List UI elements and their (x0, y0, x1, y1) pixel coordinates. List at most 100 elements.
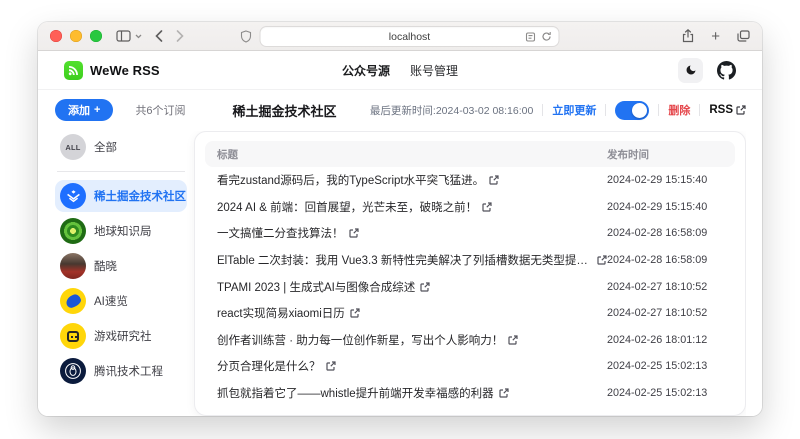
sidebar-item-tencent[interactable]: 腾讯技术工程 (55, 355, 187, 387)
chevron-down-icon[interactable] (135, 34, 142, 39)
sidebar-toggle-icon[interactable] (116, 30, 131, 42)
divider (699, 104, 700, 116)
app-header: WeWe RSS 公众号源 账号管理 (38, 51, 762, 90)
article-title: 2024 AI & 前端：回首展望，光芒未至，破晓之前！ (217, 199, 477, 215)
sidebar-divider (57, 171, 185, 172)
external-link-icon[interactable] (326, 361, 336, 371)
sidebar-item-ai[interactable]: AI速览 (55, 285, 187, 317)
article-title: 抓包就指着它了——whistle提升前端开发幸福感的利器 (217, 385, 494, 401)
sidebar-item-label: 游戏研究社 (94, 328, 152, 344)
table-row[interactable]: 2024 AI & 前端：回首展望，光芒未至，破晓之前！ 2024-02-29 … (205, 194, 735, 221)
close-window-button[interactable] (50, 30, 62, 42)
github-link[interactable] (717, 61, 736, 80)
table-header: 标题 发布时间 (205, 141, 735, 167)
nav-link-sources[interactable]: 公众号源 (342, 62, 390, 79)
table-row[interactable]: ElTable 二次封装：我用 Vue3.3 新特性完美解决了列插槽数据无类型提… (205, 247, 735, 274)
main-nav: 公众号源 账号管理 (342, 62, 458, 79)
article-date: 2024-02-29 15:15:40 (607, 174, 735, 186)
sidebar-item-label: 腾讯技术工程 (94, 363, 163, 379)
sidebar-item-game[interactable]: 游戏研究社 (55, 320, 187, 352)
article-date: 2024-02-25 15:02:13 (607, 360, 735, 372)
external-link-icon (736, 105, 746, 115)
external-link-icon[interactable] (350, 308, 360, 318)
back-button[interactable] (155, 30, 163, 42)
wewe-rss-app: WeWe RSS 公众号源 账号管理 (38, 51, 762, 416)
theme-toggle-button[interactable] (678, 58, 703, 83)
column-header-date: 发布时间 (607, 147, 735, 162)
article-table-card: 标题 发布时间 看完zustand源码后，我的TypeScript水平突飞猛进。… (194, 131, 746, 416)
table-row[interactable]: 抓包就指着它了——whistle提升前端开发幸福感的利器 2024-02-25 … (205, 380, 735, 407)
table-row[interactable]: 分页合理化是什么？ 2024-02-25 15:02:13 (205, 353, 735, 380)
external-link-icon[interactable] (482, 202, 492, 212)
github-icon (717, 61, 736, 80)
article-date: 2024-02-25 15:02:13 (607, 387, 735, 399)
window-controls (50, 30, 102, 42)
article-title: 看完zustand源码后，我的TypeScript水平突飞猛进。 (217, 172, 484, 188)
subscription-count: 共6个订阅 (135, 102, 232, 118)
new-tab-button[interactable]: + (711, 29, 720, 44)
share-icon[interactable] (682, 29, 694, 43)
sidebar-item-label: 酷晓 (94, 258, 117, 274)
delete-feed-button[interactable]: 删除 (668, 102, 690, 118)
browser-window: localhost (38, 22, 762, 416)
external-link-icon[interactable] (508, 335, 518, 345)
moon-icon (685, 64, 697, 76)
penguin-logo-icon (60, 358, 86, 384)
feed-title: 稀土掘金技术社区 (232, 101, 336, 120)
sidebar-item-all[interactable]: ALL 全部 (55, 131, 187, 163)
divider (605, 104, 606, 116)
article-date: 2024-02-28 16:58:09 (607, 227, 735, 239)
forward-button[interactable] (176, 30, 184, 42)
article-title: 分页合理化是什么？ (217, 358, 321, 374)
reader-mode-icon[interactable] (526, 32, 536, 42)
article-date: 2024-02-27 18:10:52 (607, 307, 735, 319)
table-row[interactable]: 创作者训练营 · 助力每一位创作新星，写出个人影响力！ 2024-02-26 1… (205, 326, 735, 353)
external-link-icon[interactable] (489, 175, 499, 185)
sidebar-item-label: 稀土掘金技术社区 (94, 188, 186, 204)
article-date: 2024-02-29 15:15:40 (607, 201, 735, 213)
zoom-window-button[interactable] (90, 30, 102, 42)
earth-logo-icon (60, 218, 86, 244)
table-row[interactable]: TPAMI 2023 | 生成式AI与图像合成综述 2024-02-27 18:… (205, 273, 735, 300)
article-title: TPAMI 2023 | 生成式AI与图像合成综述 (217, 279, 415, 295)
external-link-icon[interactable] (597, 255, 607, 265)
table-row[interactable]: 一文搞懂二分查找算法！ 2024-02-28 16:58:09 (205, 220, 735, 247)
feed-enabled-toggle[interactable] (615, 101, 649, 120)
article-title: 创作者训练营 · 助力每一位创作新星，写出个人影响力！ (217, 332, 503, 348)
add-feed-button[interactable]: 添加 + (55, 99, 113, 121)
sidebar-item-kuxiao[interactable]: 酷晓 (55, 250, 187, 282)
refresh-now-button[interactable]: 立即更新 (552, 102, 596, 118)
minimize-window-button[interactable] (70, 30, 82, 42)
rss-link-label: RSS (709, 104, 733, 116)
address-bar[interactable]: localhost (260, 26, 560, 47)
article-title: 一文搞懂二分查找算法！ (217, 225, 344, 241)
avatar (60, 253, 86, 279)
divider (542, 104, 543, 116)
article-date: 2024-02-28 16:58:09 (607, 254, 735, 266)
external-link-icon[interactable] (499, 388, 509, 398)
reload-icon[interactable] (542, 31, 552, 42)
table-row[interactable]: react实现简易xiaomi日历 2024-02-27 18:10:52 (205, 300, 735, 327)
external-link-icon[interactable] (420, 282, 430, 292)
app-title: WeWe RSS (90, 63, 160, 78)
add-feed-label: 添加 (68, 102, 90, 118)
article-date: 2024-02-27 18:10:52 (607, 281, 735, 293)
last-update-time: 最后更新时间:2024-03-02 08:16:00 (370, 103, 533, 118)
rss-link[interactable]: RSS (709, 104, 746, 116)
rss-logo-icon (64, 61, 83, 80)
table-row[interactable]: 看完zustand源码后，我的TypeScript水平突飞猛进。 2024-02… (205, 167, 735, 194)
sidebar-item-earth[interactable]: 地球知识局 (55, 215, 187, 247)
browser-toolbar: localhost (38, 22, 762, 51)
app-logo[interactable]: WeWe RSS (64, 61, 160, 80)
privacy-shield-icon[interactable] (241, 30, 252, 43)
tab-overview-icon[interactable] (737, 30, 750, 42)
article-title: react实现简易xiaomi日历 (217, 305, 345, 321)
article-title: ElTable 二次封装：我用 Vue3.3 新特性完美解决了列插槽数据无类型提… (217, 252, 592, 268)
juejin-logo-icon (60, 183, 86, 209)
sidebar-item-juejin[interactable]: 稀土掘金技术社区 (55, 180, 187, 212)
plus-icon: + (94, 104, 100, 116)
address-bar-url: localhost (389, 31, 430, 43)
external-link-icon[interactable] (349, 228, 359, 238)
feed-sidebar: ALL 全部 稀土掘金技术社区 (55, 131, 194, 416)
nav-link-accounts[interactable]: 账号管理 (410, 62, 458, 79)
